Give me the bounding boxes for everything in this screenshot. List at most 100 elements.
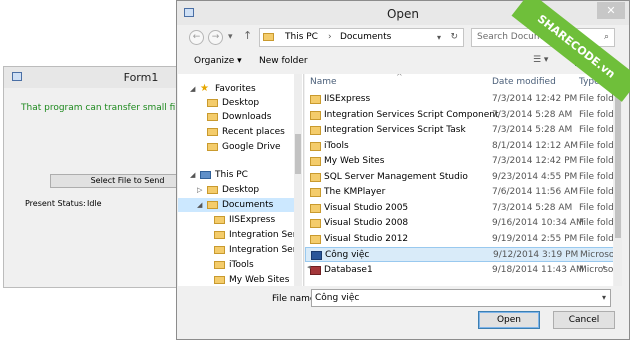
file-name-input[interactable]: Công việc ▾ — [311, 289, 611, 307]
breadcrumb-this-pc[interactable]: This PC — [285, 29, 318, 46]
file-name: iTools — [324, 140, 349, 151]
file-row[interactable]: Visual Studio 2012 9/19/2014 2:55 PM File … — [305, 232, 613, 247]
nav-tree-label: Downloads — [222, 112, 272, 122]
file-date: 7/3/2014 5:28 AM — [492, 202, 573, 213]
folder-icon — [207, 99, 218, 107]
folder-icon — [214, 261, 225, 269]
file-row[interactable]: Visual Studio 2008 9/16/2014 10:34 AM File… — [305, 216, 613, 231]
expand-chevron-icon[interactable]: ◢ — [197, 198, 202, 212]
file-name: Visual Studio 2012 — [324, 233, 409, 244]
folder-icon — [214, 216, 225, 224]
file-name: Integration Services Script Task — [324, 125, 466, 135]
sort-ascending-icon: ^ — [396, 74, 403, 81]
folder-icon — [207, 201, 218, 209]
file-type: File folde — [579, 187, 613, 197]
file-name: Visual Studio 2005 — [324, 202, 409, 213]
nav-tree-item[interactable]: Documents ◢ — [178, 198, 294, 212]
nav-tree-label: This PC — [215, 170, 248, 180]
folder-icon — [310, 203, 321, 213]
folder-icon — [310, 141, 321, 151]
file-type: Microsoft — [580, 250, 613, 260]
status-value: Idle — [87, 199, 102, 208]
file-date: 9/18/2014 11:43 AM — [492, 264, 584, 275]
file-row[interactable]: Database1 9/18/2014 11:43 AMMicrosoft — [305, 263, 613, 278]
status-label: Present Status: — [25, 199, 86, 208]
recent-locations-chevron-icon[interactable]: ▾ — [228, 32, 233, 42]
file-name: IISExpress — [324, 94, 371, 104]
folder-icon — [310, 188, 321, 197]
file-row[interactable]: My Web Sites 7/3/2014 12:42 PMFile folde — [305, 154, 613, 169]
word-doc-icon — [311, 251, 322, 260]
close-button[interactable]: ✕ — [597, 2, 625, 19]
file-list-scrollbar[interactable] — [614, 74, 622, 286]
expand-chevron-icon[interactable]: ◢ — [190, 82, 195, 96]
address-folder-icon — [263, 33, 274, 41]
expand-chevron-icon[interactable]: ◢ — [190, 168, 195, 182]
file-row[interactable]: Integration Services Script Task 7/3/2014… — [305, 123, 613, 138]
file-name: Database1 — [324, 264, 373, 275]
up-arrow-icon[interactable]: ↑ — [243, 29, 252, 42]
nav-tree-label: Desktop — [222, 185, 260, 195]
nav-tree-label: iTools — [229, 260, 254, 270]
address-dropdown-icon[interactable]: ▾ — [437, 29, 441, 46]
file-row[interactable]: iTools 8/1/2014 12:12 AMFile folde — [305, 139, 613, 154]
file-row[interactable]: Visual Studio 2005 7/3/2014 5:28 AM File f… — [305, 201, 613, 216]
file-name: SQL Server Management Studio — [324, 171, 468, 182]
file-type: File folde — [579, 218, 613, 228]
access-db-icon — [310, 265, 321, 275]
file-name: Integration Services Script Component — [324, 109, 499, 120]
nav-tree-label: Favorites — [215, 84, 256, 94]
file-type: Microsoft — [579, 264, 613, 275]
column-header-date-modified[interactable]: Date modified — [492, 74, 556, 90]
folder-icon — [310, 234, 321, 244]
navigation-pane-scroll-thumb[interactable] — [295, 134, 301, 174]
folder-icon — [310, 157, 321, 166]
file-date: 9/12/2014 3:19 PM — [493, 250, 579, 260]
refresh-icon[interactable]: ↻ — [450, 29, 458, 46]
back-arrow-icon[interactable]: ← — [189, 30, 204, 45]
nav-tree-label: Google Drive — [222, 142, 281, 152]
file-row[interactable]: IISExpress 7/3/2014 12:42 PMFile folde — [305, 92, 613, 107]
file-type: File folde — [579, 171, 613, 182]
view-options-icon[interactable]: ☰ ▾ — [533, 55, 548, 65]
breadcrumb-separator[interactable]: › — [328, 29, 332, 46]
file-type: File folde — [579, 140, 613, 151]
folder-icon — [214, 276, 225, 284]
folder-icon — [214, 231, 225, 239]
nav-tree-label: IISExpress — [229, 215, 276, 225]
file-date: 9/23/2014 4:55 PM — [492, 171, 578, 182]
cancel-button[interactable]: Cancel — [553, 311, 615, 329]
forward-arrow-icon[interactable]: → — [208, 30, 223, 45]
search-icon: ⌕ — [603, 32, 609, 42]
folder-icon — [207, 186, 218, 194]
column-header-name[interactable]: Name — [310, 74, 337, 90]
new-folder-button[interactable]: New folder — [259, 56, 308, 66]
open-button[interactable]: Open — [478, 311, 540, 329]
address-bar[interactable]: This PC › Documents ▾ ↻ — [259, 28, 464, 47]
expand-chevron-icon[interactable]: ▷ — [197, 183, 202, 197]
nav-tree-label: My Web Sites — [229, 275, 290, 285]
file-name-dropdown-icon[interactable]: ▾ — [602, 290, 606, 306]
navigation-pane-scrollbar[interactable] — [294, 74, 302, 286]
file-row[interactable]: SQL Server Management Studio 9/23/2014 4:… — [305, 170, 613, 185]
file-name-value: Công việc — [315, 293, 360, 303]
breadcrumb-documents[interactable]: Documents — [340, 29, 391, 46]
file-row[interactable]: The KMPlayer 7/6/2014 11:56 AMFile folde — [305, 185, 613, 200]
file-row[interactable]: Công việc 9/12/2014 3:19 PMMicrosoft — [305, 247, 613, 262]
folder-icon — [310, 110, 321, 120]
file-date: 8/1/2014 12:12 AM — [492, 140, 579, 151]
scroll-left-icon[interactable]: ◂ — [307, 263, 311, 271]
nav-tree-label: Documents — [222, 200, 274, 210]
file-date: 9/19/2014 2:55 PM — [492, 233, 578, 244]
organize-menu[interactable]: Organize ▾ — [194, 56, 242, 66]
file-list-scroll-thumb[interactable] — [615, 88, 621, 238]
folder-icon — [207, 113, 218, 121]
file-name: Công việc — [325, 250, 370, 260]
scroll-right-icon[interactable]: ▸ — [603, 263, 607, 271]
nav-tree-label: Integration Ser — [229, 245, 297, 255]
file-row[interactable]: Integration Services Script Component 7/3… — [305, 108, 613, 123]
folder-icon — [310, 126, 321, 135]
file-name: Visual Studio 2008 — [324, 218, 409, 228]
file-date: 7/3/2014 12:42 PM — [492, 156, 578, 166]
file-name: The KMPlayer — [324, 187, 386, 197]
